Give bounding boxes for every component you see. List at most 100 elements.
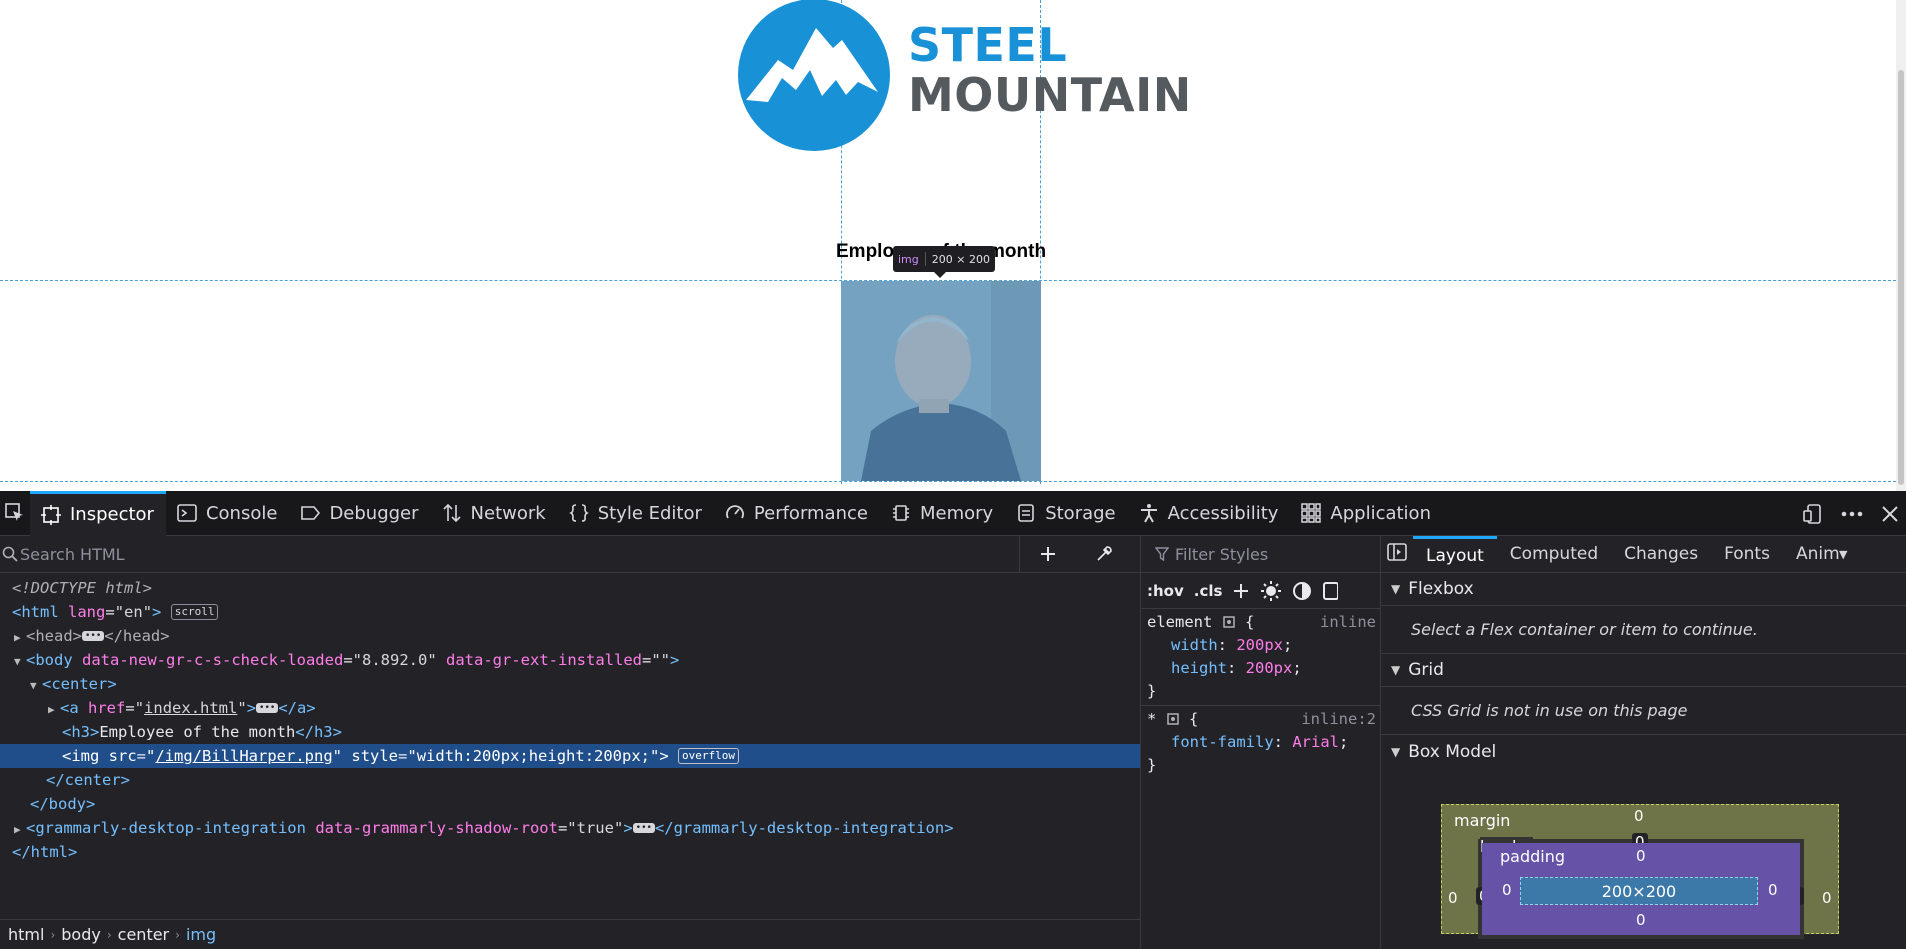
tree-line-html-close[interactable]: </html>: [0, 840, 1140, 864]
tree-line-h3[interactable]: <h3>Employee of the month</h3>: [0, 720, 1140, 744]
a-href-link[interactable]: index.html: [144, 699, 237, 717]
eyedropper-button[interactable]: [1076, 545, 1132, 563]
margin-label: margin: [1454, 811, 1511, 830]
decl-height[interactable]: height: 200px;: [1147, 657, 1374, 680]
tab-style-editor[interactable]: Style Editor: [558, 491, 714, 536]
margin-top-value[interactable]: 0: [1634, 807, 1644, 825]
decl-height-value: 200px: [1245, 659, 1293, 677]
tab-animations[interactable]: Animations: [1783, 536, 1839, 573]
add-rule-icon[interactable]: [1232, 582, 1250, 600]
decl-width[interactable]: width: 200px;: [1147, 634, 1374, 657]
responsive-design-icon[interactable]: [1802, 503, 1824, 525]
sidebar-tabs: Layout Computed Changes Fonts Animations…: [1381, 536, 1906, 573]
star-rule[interactable]: * { inline:2 font-family: Arial; }: [1141, 706, 1380, 779]
employee-photo[interactable]: [841, 281, 1041, 481]
expand-arrow-icon[interactable]: ▶: [48, 698, 60, 722]
tree-line-body-close[interactable]: </body>: [0, 792, 1140, 816]
expand-arrow-icon[interactable]: ▶: [14, 818, 26, 842]
element-rule-source[interactable]: inline: [1320, 611, 1376, 634]
add-node-button[interactable]: [1020, 545, 1076, 563]
tree-line-head[interactable]: ▶ <head> ••• </head>: [0, 624, 1140, 648]
tab-memory[interactable]: Memory: [880, 491, 1005, 536]
collapse-arrow-icon[interactable]: ▼: [14, 650, 26, 674]
expand-arrow-icon[interactable]: ▶: [14, 626, 26, 650]
box-model-content[interactable]: 200×200: [1520, 877, 1758, 905]
tab-debugger[interactable]: Debugger: [289, 491, 430, 536]
element-rule[interactable]: element { inline width: 200px; height: 2…: [1141, 609, 1380, 706]
breadcrumb-img[interactable]: img: [180, 925, 222, 944]
tooltip-arrow: [934, 272, 946, 278]
scroll-badge[interactable]: scroll: [170, 604, 219, 620]
chevron-down-icon[interactable]: ▼: [1839, 548, 1847, 561]
star-rule-source[interactable]: inline:2: [1301, 708, 1376, 731]
tab-inspector[interactable]: Inspector: [30, 490, 166, 536]
box-model-border[interactable]: border 0 0 0 padding 0 0 0 0 200×200: [1476, 833, 1804, 939]
breadcrumb-body[interactable]: body: [55, 925, 107, 944]
light-theme-icon[interactable]: [1260, 580, 1282, 602]
tree-line-a[interactable]: ▶ <a href="index.html"> ••• </a>: [0, 696, 1140, 720]
tab-label: Style Editor: [597, 502, 702, 524]
grid-section-header[interactable]: ▼ Grid: [1381, 654, 1906, 687]
tab-changes[interactable]: Changes: [1611, 536, 1711, 573]
padding-top-value[interactable]: 0: [1636, 847, 1646, 865]
tree-line-grammarly[interactable]: ▶ <grammarly-desktop-integration data-gra…: [0, 816, 1140, 840]
tree-line-center-close[interactable]: </center>: [0, 768, 1140, 792]
print-media-icon[interactable]: [1322, 581, 1339, 601]
tooltip-tag: img: [898, 252, 919, 266]
tab-application[interactable]: Application: [1290, 491, 1443, 536]
tree-line-body[interactable]: ▼ <body data-new-gr-c-s-check-loaded="8.8…: [0, 648, 1140, 672]
boxmodel-section-header[interactable]: ▼ Box Model: [1381, 735, 1906, 768]
tab-performance[interactable]: Performance: [714, 491, 880, 536]
padding-right-value[interactable]: 0: [1768, 881, 1778, 899]
hov-button[interactable]: :hov: [1147, 582, 1184, 600]
search-html-input[interactable]: [0, 535, 1020, 573]
page-scrollbar[interactable]: [1896, 0, 1906, 491]
rules-panel: Filter Styles :hov .cls element { inline…: [1141, 536, 1381, 949]
element-picker-button[interactable]: [0, 491, 30, 536]
more-options-icon[interactable]: [1840, 503, 1864, 525]
tab-fonts[interactable]: Fonts: [1711, 536, 1783, 573]
element-target-icon[interactable]: [1166, 712, 1180, 726]
collapse-arrow-icon[interactable]: ▼: [30, 674, 42, 698]
tab-storage[interactable]: Storage: [1005, 491, 1127, 536]
tree-line-img-selected[interactable]: <img src="/img/BillHarper.png" style="wi…: [0, 744, 1140, 768]
page-scroll-thumb[interactable]: [1898, 70, 1904, 485]
img-src-link[interactable]: /img/BillHarper.png: [155, 747, 332, 765]
tree-line-center[interactable]: ▼ <center>: [0, 672, 1140, 696]
decl-width-prop: width: [1171, 636, 1218, 654]
filter-styles-row[interactable]: Filter Styles: [1141, 536, 1380, 573]
flexbox-section-header[interactable]: ▼ Flexbox: [1381, 573, 1906, 606]
margin-right-value[interactable]: 0: [1822, 889, 1832, 907]
tab-network[interactable]: Network: [431, 491, 558, 536]
collapsed-dots-icon[interactable]: •••: [82, 631, 105, 641]
breadcrumb-center[interactable]: center: [112, 925, 175, 944]
toggle-sidebar-button[interactable]: [1381, 542, 1413, 566]
tree-line-doctype[interactable]: <!DOCTYPE html>: [0, 576, 1140, 600]
cls-button[interactable]: .cls: [1194, 582, 1223, 600]
boxmodel-title: Box Model: [1408, 741, 1497, 762]
memory-icon: [890, 502, 912, 524]
tree-line-html[interactable]: <html lang="en"> scroll: [0, 600, 1140, 624]
highlight-guide-bottom: [0, 481, 1896, 482]
margin-left-value[interactable]: 0: [1448, 889, 1458, 907]
collapsed-dots-icon[interactable]: •••: [256, 703, 279, 713]
collapsed-dots-icon[interactable]: •••: [632, 823, 655, 833]
element-target-icon[interactable]: [1222, 615, 1236, 629]
box-model-margin[interactable]: margin 0 0 0 border 0 0 0 padding 0 0 0 …: [1441, 804, 1839, 939]
tab-layout[interactable]: Layout: [1413, 536, 1497, 573]
collapse-arrow-icon: ▼: [1391, 744, 1401, 759]
dark-theme-icon[interactable]: [1292, 581, 1312, 601]
box-model-padding[interactable]: padding 0 0 0 0 200×200: [1482, 843, 1800, 935]
tab-computed[interactable]: Computed: [1497, 536, 1611, 573]
tab-accessibility[interactable]: Accessibility: [1128, 491, 1291, 536]
body-attr2-name: data-gr-ext-installed: [446, 651, 642, 669]
breadcrumb-html[interactable]: html: [2, 925, 50, 944]
close-icon[interactable]: [1880, 504, 1900, 524]
steel-mountain-logo[interactable]: STEEL MOUNTAIN: [738, 0, 1191, 155]
padding-bottom-value[interactable]: 0: [1636, 911, 1646, 929]
tab-console[interactable]: Console: [166, 491, 289, 536]
collapse-arrow-icon: ▼: [1391, 582, 1401, 596]
overflow-badge[interactable]: overflow: [678, 748, 740, 764]
decl-font-family[interactable]: font-family: Arial;: [1147, 731, 1374, 754]
padding-left-value[interactable]: 0: [1502, 881, 1512, 899]
